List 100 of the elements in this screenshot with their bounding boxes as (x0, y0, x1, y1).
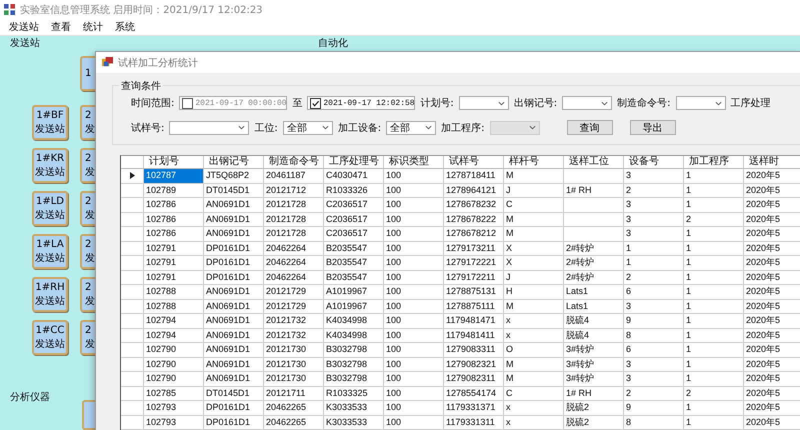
table-cell: 1278678212 (444, 227, 504, 240)
table-cell: DP0161D1 (204, 416, 264, 429)
menu-item[interactable]: 查看 (51, 20, 71, 34)
station-button[interactable]: 1#LA 发送站 (32, 234, 68, 269)
column-header[interactable]: 出钢记号 (204, 156, 264, 168)
table-cell: 1 (684, 401, 744, 414)
table-cell: M (504, 227, 564, 240)
table-cell: K4034998 (324, 328, 384, 342)
table-cell: 102787 (144, 169, 204, 182)
checkbox[interactable] (310, 98, 322, 108)
window-icon (102, 57, 113, 68)
table-cell: 1 (684, 314, 744, 328)
menu-item[interactable]: 统计 (83, 20, 103, 34)
table-cell: 100 (384, 328, 444, 342)
table-cell: 1 (684, 270, 744, 284)
menu-item[interactable]: 系统 (115, 20, 135, 34)
column-header[interactable]: 标识类型 (384, 156, 444, 168)
table-cell: C4030471 (324, 169, 384, 182)
table-cell: 1279172211 (444, 270, 504, 284)
table-cell: 1 (684, 242, 744, 255)
column-header[interactable]: 计划号 (144, 156, 204, 168)
table-cell: B3032798 (324, 358, 384, 371)
table-cell: 20462264 (264, 256, 324, 270)
column-header[interactable]: 送样工位 (564, 156, 624, 168)
column-header[interactable]: 样杆号 (504, 156, 564, 168)
table-cell: 102786 (144, 227, 204, 240)
station-button[interactable]: 1#LD 发送站 (32, 191, 68, 226)
table-cell: 1 (684, 227, 744, 240)
action-button[interactable]: 导出 (630, 120, 676, 135)
table-cell: 100 (384, 372, 444, 386)
table-cell: 1 (684, 300, 744, 313)
table-cell: 100 (384, 343, 444, 356)
table-cell: AN0691D1 (204, 212, 264, 226)
table-cell: 脱硫4 (564, 328, 624, 342)
field-label: 试样号: (131, 122, 164, 134)
date-picker[interactable]: 2021-09-17 00:00:00 (179, 96, 288, 110)
station-button[interactable]: 1#KR 发送站 (32, 148, 68, 183)
table-cell: 102790 (144, 343, 204, 356)
table-cell: 1279082321 (444, 358, 504, 371)
table-cell: 20121732 (264, 328, 324, 342)
table-cell: 100 (384, 212, 444, 226)
station-button[interactable]: 1#BF 发送站 (32, 105, 68, 140)
table-cell: x (504, 401, 564, 414)
table-cell: AN0691D1 (204, 343, 264, 356)
checkbox[interactable] (182, 98, 194, 108)
table-cell: 20462264 (264, 270, 324, 284)
table-cell: 1278875111 (444, 300, 504, 313)
table-cell: 20121728 (264, 227, 324, 240)
table-cell: 102791 (144, 256, 204, 270)
station-button[interactable]: 1#RH 发送站 (32, 277, 68, 312)
menu-item[interactable]: 发送站 (9, 20, 39, 34)
field-label: 时间范围: (131, 96, 174, 110)
table-cell: 8 (624, 416, 684, 429)
window-title: 实验室信息管理系统 启用时间：2021/9/17 12:02:23 (20, 4, 263, 16)
table-cell: 3#转炉 (564, 358, 624, 371)
table-cell: x (504, 314, 564, 328)
date-picker[interactable]: 2021-09-17 12:02:58 (307, 96, 416, 110)
table-cell-text: 2020年5 (745, 386, 782, 400)
table-cell: 3#转炉 (564, 343, 624, 356)
column-header[interactable]: 送样时 (744, 156, 800, 168)
table-cell: 2#转炉 (564, 242, 624, 255)
table-cell: 100 (384, 227, 444, 240)
station-button[interactable]: 1#CC 发送站 (32, 320, 68, 355)
table-cell-text: 2020年5 (745, 212, 782, 226)
table-cell: Lats1 (564, 300, 624, 313)
table-cell-text: 2020年5 (745, 328, 782, 342)
table-cell: 9 (624, 314, 684, 328)
current-row-icon (130, 172, 134, 180)
table-cell: 100 (384, 416, 444, 429)
column-header[interactable]: 制造命令号 (264, 156, 324, 168)
table-cell: Lats1 (564, 285, 624, 298)
action-button[interactable]: 查询 (566, 120, 612, 135)
table-cell: 2 (624, 184, 684, 197)
table-cell: 102794 (144, 314, 204, 328)
table-cell: 102785 (144, 386, 204, 400)
dropdown[interactable]: 全部 (282, 120, 333, 134)
table-cell: 1278678232 (444, 198, 504, 212)
table-cell: 1 (684, 169, 744, 182)
table-cell: K3033533 (324, 416, 384, 429)
table-cell: 1# RH (564, 386, 624, 400)
column-header[interactable]: 试样号 (444, 156, 504, 168)
table-cell: 1179481471 (444, 314, 504, 328)
table-cell: 1 (624, 242, 684, 255)
table-cell: 20461187 (264, 169, 324, 182)
table-cell: 100 (384, 285, 444, 298)
table-cell: 1278875131 (444, 285, 504, 298)
table-cell: 1 (684, 416, 744, 429)
table-cell: R1033325 (324, 386, 384, 400)
table-cell: x (504, 416, 564, 429)
table-cell: C (504, 386, 564, 400)
table-cell: 2 (624, 386, 684, 400)
dropdown[interactable]: 全部 (386, 120, 436, 134)
table-cell: 20121729 (264, 300, 324, 313)
column-header[interactable]: 设备号 (624, 156, 684, 168)
table-cell: 3 (624, 372, 684, 386)
table-cell: M (504, 300, 564, 313)
table-cell: 6 (624, 285, 684, 298)
table-cell: 9 (624, 401, 684, 414)
table-cell: JT5Q68P2 (204, 169, 264, 182)
table-cell-text: 2020年5 (745, 343, 782, 356)
